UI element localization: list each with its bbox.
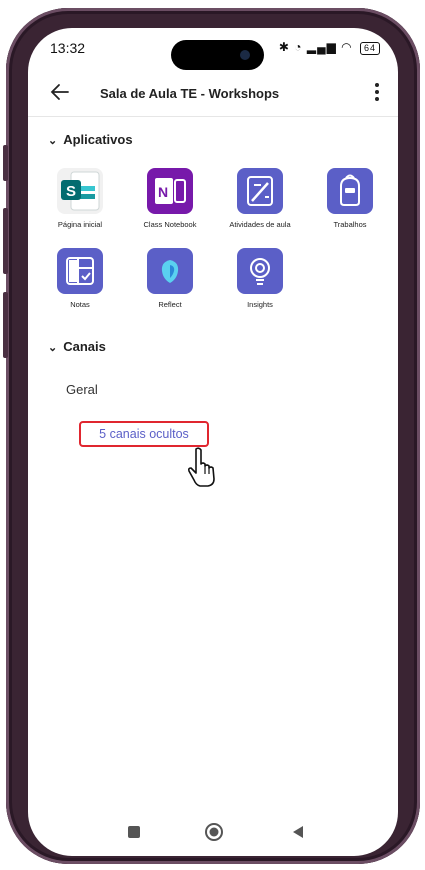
screen: 13:32 ✱ ◔ ▂▄▆ ◠ 64 Sala de Aula TE - Wor… xyxy=(28,28,398,856)
app-label: Página inicial xyxy=(57,220,103,229)
home-icon[interactable] xyxy=(204,822,224,842)
section-apps-label: Aplicativos xyxy=(63,132,133,147)
app-insights[interactable]: Insights xyxy=(216,248,304,309)
side-button xyxy=(3,208,8,274)
back-nav-icon[interactable] xyxy=(290,824,306,840)
status-icons: ✱ ◔ ▂▄▆ ◠ 64 xyxy=(279,40,380,55)
section-apps-header[interactable]: ⌄ Aplicativos xyxy=(48,132,133,147)
app-class-notebook[interactable]: N Class Notebook xyxy=(126,168,214,229)
app-label: Atividades de aula xyxy=(229,220,291,229)
reflect-icon xyxy=(147,248,193,294)
app-label: Reflect xyxy=(158,300,182,309)
grades-icon xyxy=(57,248,103,294)
app-label: Class Notebook xyxy=(143,220,197,229)
system-nav-bar xyxy=(28,818,398,848)
app-label: Insights xyxy=(247,300,273,309)
svg-text:S: S xyxy=(66,183,76,200)
side-button xyxy=(3,145,8,181)
page-title: Sala de Aula TE - Workshops xyxy=(100,86,280,101)
insights-icon xyxy=(237,248,283,294)
app-notas[interactable]: Notas xyxy=(36,248,124,309)
backpack-icon xyxy=(327,168,373,214)
channel-geral[interactable]: Geral xyxy=(66,382,98,397)
camera-icon xyxy=(240,50,250,60)
battery-icon: 64 xyxy=(359,42,380,55)
app-atividades-de-aula[interactable]: Atividades de aula xyxy=(216,168,304,229)
status-bar: 13:32 ✱ ◔ ▂▄▆ ◠ 64 xyxy=(28,28,398,70)
status-time: 13:32 xyxy=(50,40,86,56)
chevron-down-icon: ⌄ xyxy=(48,342,58,354)
back-arrow-icon[interactable] xyxy=(46,78,74,106)
app-reflect[interactable]: Reflect xyxy=(126,248,214,309)
app-label: Trabalhos xyxy=(333,220,367,229)
section-channels-header[interactable]: ⌄ Canais xyxy=(48,339,106,354)
onenote-icon: N xyxy=(147,168,193,214)
app-header: Sala de Aula TE - Workshops xyxy=(28,72,398,117)
chevron-down-icon: ⌄ xyxy=(48,135,58,147)
side-button xyxy=(3,292,8,358)
app-trabalhos[interactable]: Trabalhos xyxy=(306,168,394,229)
dynamic-island xyxy=(171,40,264,70)
activities-icon xyxy=(237,168,283,214)
section-channels-label: Canais xyxy=(63,339,106,354)
app-label: Notas xyxy=(70,300,90,309)
more-options-icon[interactable] xyxy=(372,80,382,104)
hidden-channels-link[interactable]: 5 canais ocultos xyxy=(79,421,209,447)
svg-text:N: N xyxy=(158,184,168,200)
sharepoint-icon: S xyxy=(57,168,103,214)
hand-cursor-icon xyxy=(187,447,215,487)
recent-apps-icon[interactable] xyxy=(126,824,142,840)
app-pagina-inicial[interactable]: S Página inicial xyxy=(36,168,124,229)
